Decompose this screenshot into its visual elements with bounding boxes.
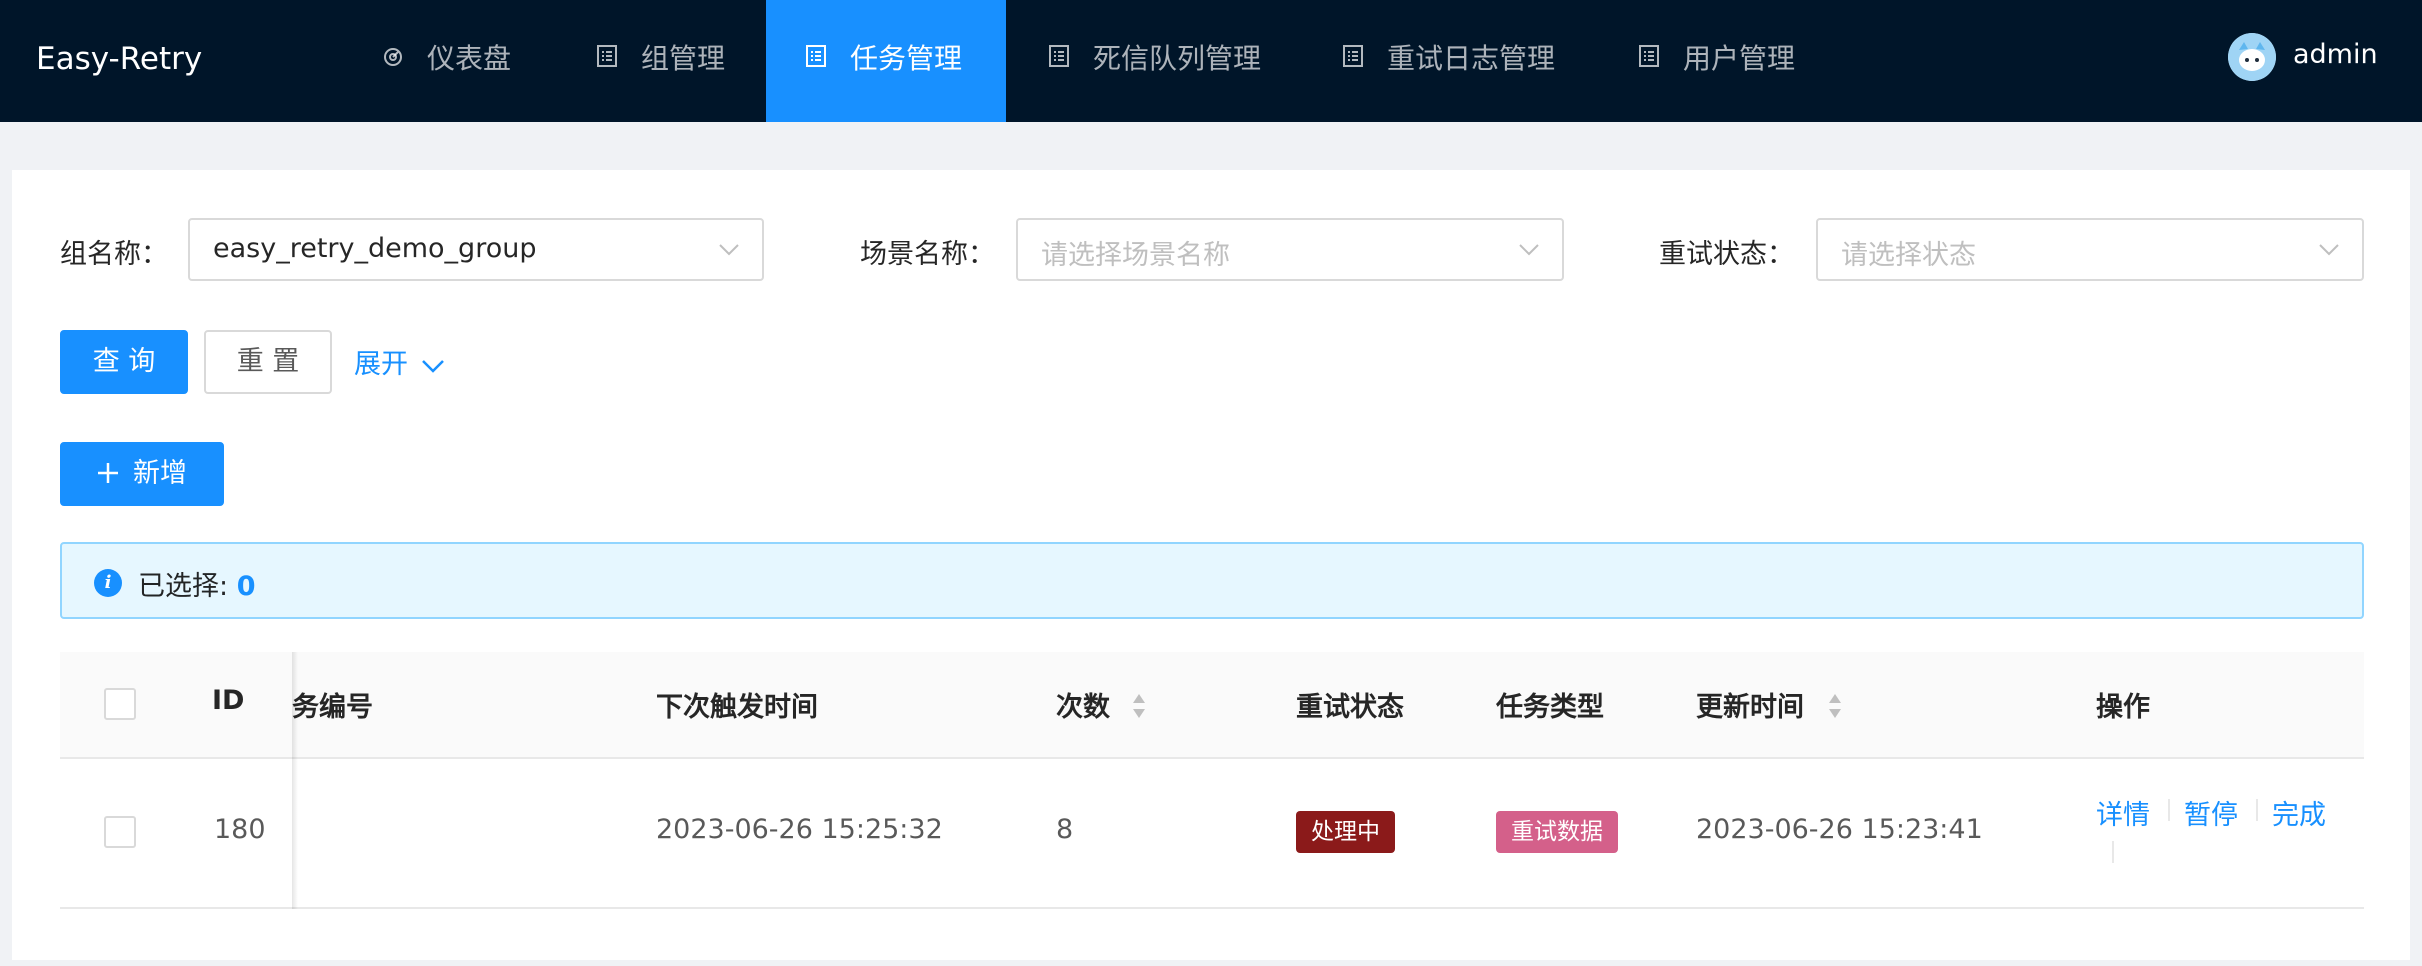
chevron-down-icon [1519,244,1539,256]
scene-select-placeholder: 请选择场景名称 [1041,240,1230,271]
sort-icon[interactable] [1132,692,1146,720]
action-divider [2112,841,2114,863]
nav-item-group[interactable]: 组管理 [574,0,744,122]
avatar-icon [2228,33,2276,81]
task-type-badge: 重试数据 [1496,811,1618,853]
reset-button[interactable]: 重 置 [204,330,332,394]
scene-label: 场景名称： [860,239,995,270]
cell-id: 180 [214,814,266,845]
fixed-column-shadow [292,652,298,909]
chevron-down-icon [421,359,444,373]
selection-alert: i 已选择: 0 [60,542,2364,619]
fixed-row-cells: 180 [60,759,292,907]
status-select[interactable]: 请选择状态 [1816,218,2364,281]
nav-label-dead-letter: 死信队列管理 [1093,42,1262,75]
nav-item-users[interactable]: 用户管理 [1616,0,1836,122]
expand-link[interactable]: 展开 [354,342,445,381]
action-divider [2256,799,2258,821]
cell-next-trigger: 2023-06-26 15:25:32 [656,814,943,845]
sort-icon[interactable] [1828,692,1842,720]
fixed-header-cells: ID [60,652,292,757]
list-icon [1639,45,1659,67]
table-header: 务编号 ID 下次触发时间 次数 重试状态 任务类型 更新时间 操作 [60,652,2364,759]
add-button-label: 新增 [133,458,187,489]
list-icon [1343,45,1363,67]
nav-label-tasks: 任务管理 [850,42,963,75]
group-select-value: easy_retry_demo_group [213,233,537,264]
selection-text: 已选择: 0 [138,564,255,603]
cell-count: 8 [1056,814,1074,845]
selection-label: 已选择: [138,571,237,602]
col-count[interactable]: 次数 [1056,685,1110,724]
col-task-no: 务编号 [292,692,373,723]
col-updated[interactable]: 更新时间 [1696,685,1804,724]
col-id: ID [212,685,245,716]
dashboard-icon [384,48,402,66]
list-icon [1049,45,1069,67]
finish-link[interactable]: 完成 [2272,793,2326,832]
group-label: 组名称： [60,239,168,270]
app-logo-title[interactable]: Easy-Retry [36,0,202,122]
top-header: Easy-Retry 仪表盘 组管理 任务管理 死信队列管理 重试日志管理 用户… [0,0,2422,122]
detail-link[interactable]: 详情 [2096,793,2150,832]
info-icon: i [94,569,122,597]
username: admin [2293,39,2378,70]
col-task-type: 任务类型 [1496,692,1604,723]
nav-label-group: 组管理 [641,42,726,75]
nav-item-tasks[interactable]: 任务管理 [766,0,1006,122]
row-checkbox[interactable] [104,816,136,848]
table-row: 180 2023-06-26 15:25:32 8 处理中 重试数据 2023-… [60,759,2364,909]
status-select-placeholder: 请选择状态 [1841,240,1976,271]
chevron-down-icon [2319,244,2339,256]
selection-count: 0 [236,571,256,602]
col-actions: 操作 [2096,692,2150,723]
status-label: 重试状态： [1659,239,1794,270]
list-icon [806,45,826,67]
expand-label: 展开 [354,349,408,380]
col-retry-status: 重试状态 [1296,692,1404,723]
nav-item-retry-log[interactable]: 重试日志管理 [1320,0,1590,122]
nav-label-dashboard: 仪表盘 [427,42,512,75]
status-badge: 处理中 [1296,811,1395,853]
query-button[interactable]: 查 询 [60,330,188,394]
list-icon [597,45,617,67]
add-button[interactable]: 新增 [60,442,224,506]
nav-label-retry-log: 重试日志管理 [1387,42,1556,75]
group-select[interactable]: easy_retry_demo_group [188,218,764,281]
nav-item-dead-letter[interactable]: 死信队列管理 [1026,0,1296,122]
pause-link[interactable]: 暂停 [2184,793,2238,832]
select-all-checkbox[interactable] [104,688,136,720]
nav-item-dashboard[interactable]: 仪表盘 [360,0,550,122]
col-next-trigger: 下次触发时间 [656,692,818,723]
action-divider [2168,799,2170,821]
scene-select[interactable]: 请选择场景名称 [1016,218,1564,281]
cell-updated: 2023-06-26 15:23:41 [1696,814,1983,845]
chevron-down-icon [719,244,739,256]
nav-label-users: 用户管理 [1683,42,1796,75]
plus-icon [98,462,118,483]
